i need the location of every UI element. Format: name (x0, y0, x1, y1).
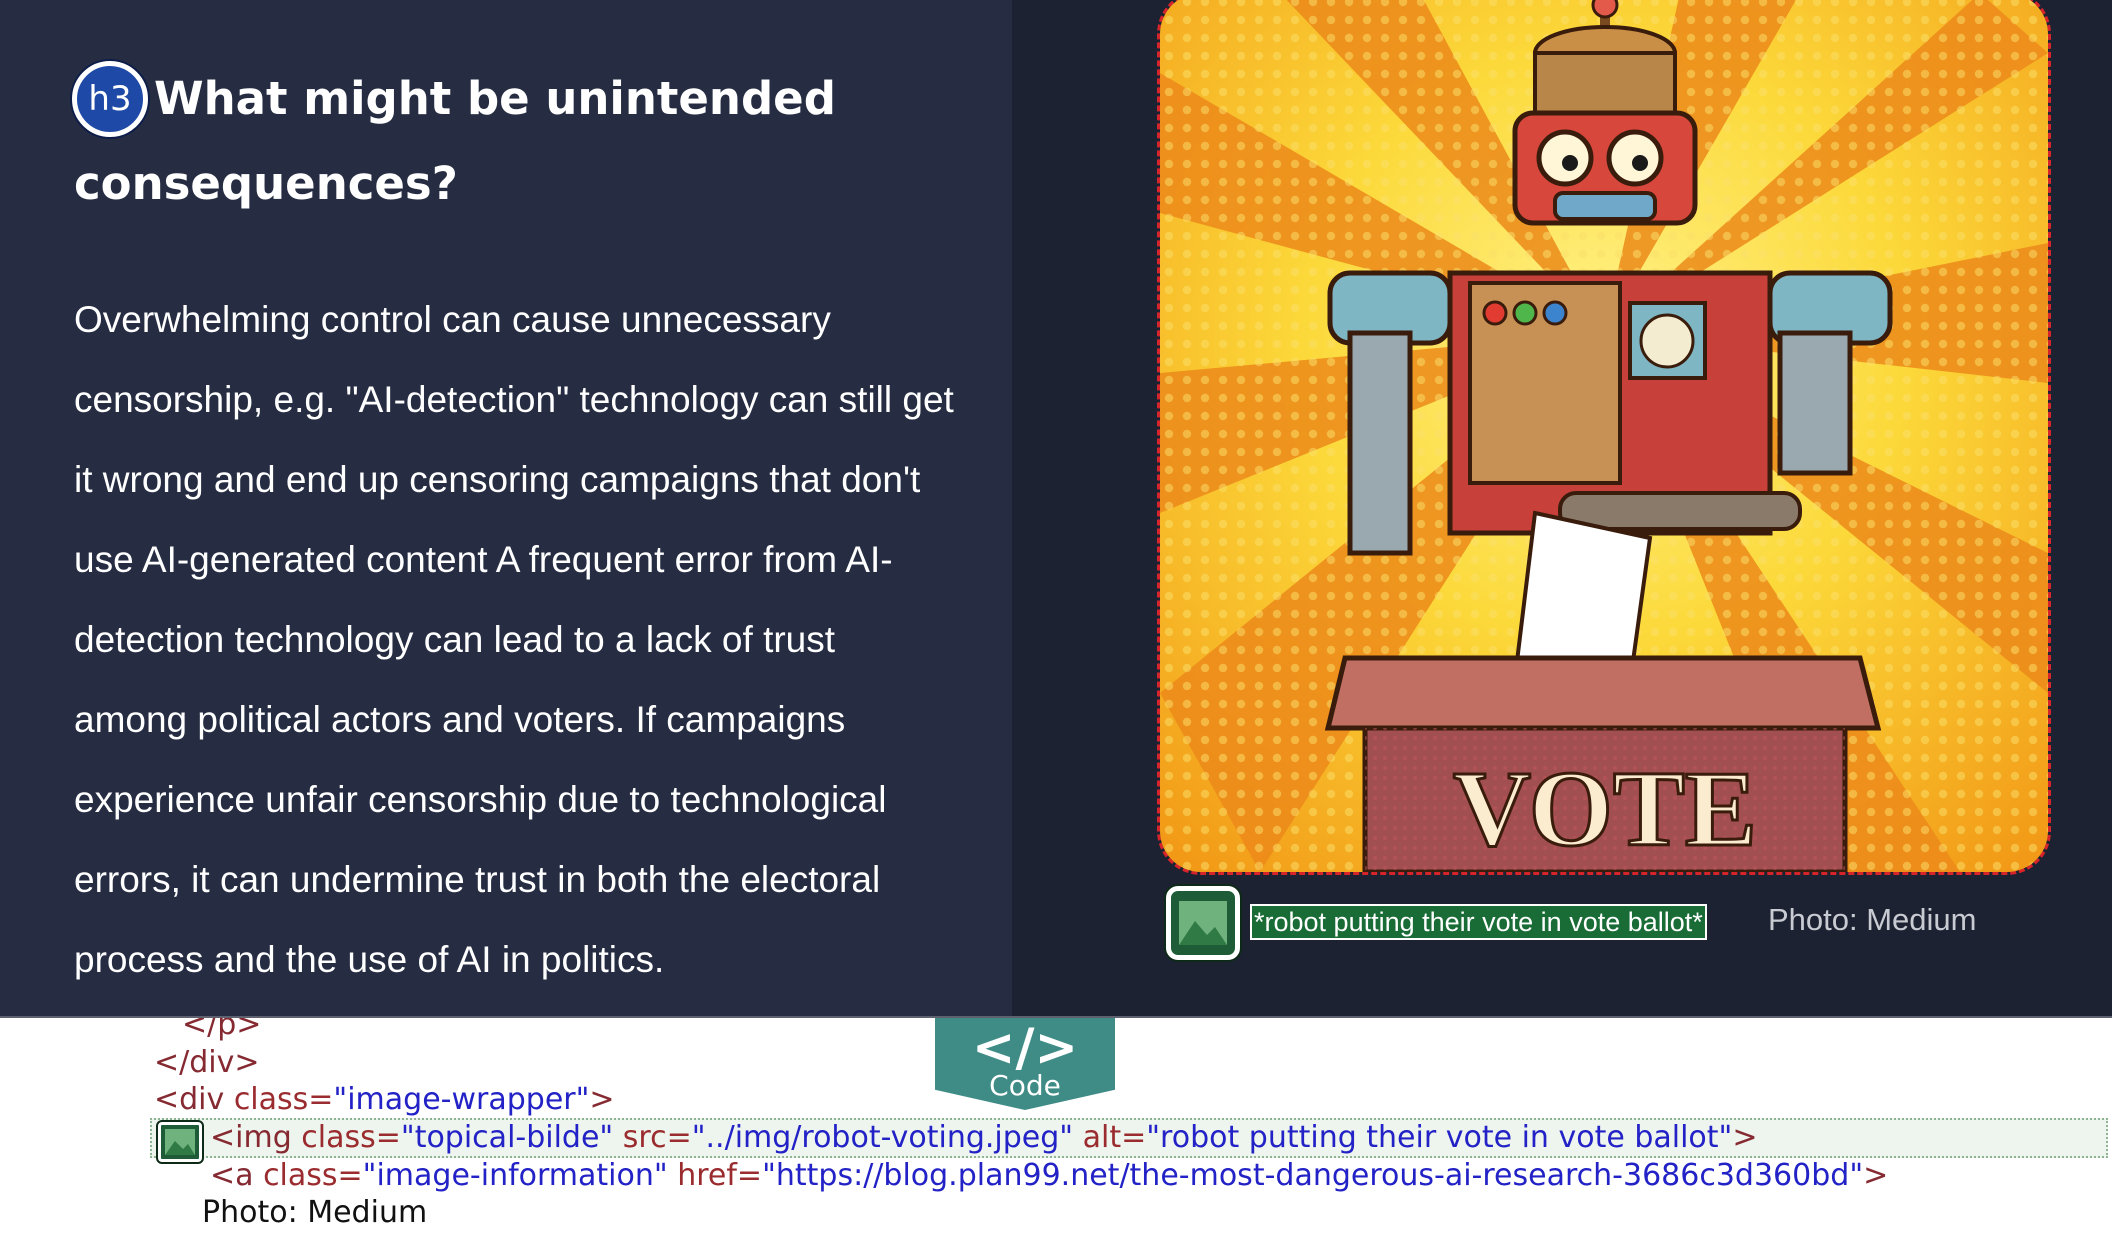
code-value: "image-information" (362, 1158, 668, 1193)
code-tag: > (1863, 1158, 1889, 1193)
code-line-div-wrapper: <div class="image-wrapper"> (154, 1081, 615, 1119)
code-line-close-div: </div> (154, 1045, 260, 1080)
image-icon[interactable] (156, 1120, 204, 1164)
code-line-text: Photo: Medium (202, 1195, 428, 1230)
code-value: "robot putting their vote in vote ballot… (1146, 1120, 1733, 1155)
h3-badge-icon[interactable]: h3 (72, 60, 148, 137)
code-tag: <img (210, 1120, 302, 1155)
web-preview: h3 What might be unintended consequences?… (0, 0, 2112, 1016)
code-attr: href= (667, 1158, 763, 1193)
image-alt-text: *robot putting their vote in vote ballot… (1250, 904, 1707, 940)
body-paragraph: Overwhelming control can cause unnecessa… (74, 299, 954, 980)
heading-line-1: What might be unintended (154, 72, 836, 125)
code-tag: <div (154, 1082, 234, 1117)
heading-line-2: consequences? (74, 157, 458, 210)
robot-illustration: VOTE (1160, 0, 2048, 872)
code-value: "https://blog.plan99.net/the-most-danger… (762, 1158, 1864, 1193)
code-attr: class= (263, 1158, 363, 1193)
code-line-img: <img class="topical-bilde" src="../img/r… (210, 1119, 1758, 1157)
code-line-anchor: <a class="image-information" href="https… (210, 1157, 1888, 1195)
code-attr: src= (613, 1120, 692, 1155)
heading-row: h3 What might be unintended (72, 52, 992, 145)
image-caption-row: *robot putting their vote in vote ballot… (1166, 886, 2066, 960)
code-line-close-p: </p> (182, 1016, 262, 1042)
image-icon-graphic (165, 1129, 195, 1155)
ballot-box-label: VOTE (1453, 750, 1757, 869)
image-icon-graphic (1179, 901, 1227, 945)
code-value: "../img/robot-voting.jpeg" (691, 1120, 1074, 1155)
code-attr: alt= (1073, 1120, 1147, 1155)
code-tab-label: Code (989, 1069, 1061, 1102)
text-column: h3 What might be unintended consequences?… (0, 0, 1012, 1016)
code-panel[interactable]: </p> </div> <div class="image-wrapper"> … (0, 1016, 2112, 1248)
photo-credit-link[interactable]: Photo: Medium (1768, 900, 1977, 940)
code-icon: </> (971, 1018, 1079, 1078)
code-tag: <a (210, 1158, 264, 1193)
code-value: "image-wrapper" (333, 1082, 590, 1117)
robot-voting-image[interactable]: VOTE (1157, 0, 2051, 875)
code-tag: > (1732, 1120, 1758, 1155)
code-value: "topical-bilde" (400, 1120, 614, 1155)
code-tag: > (589, 1082, 615, 1117)
image-icon[interactable] (1166, 886, 1240, 960)
code-attr: class= (233, 1082, 334, 1117)
code-attr: class= (301, 1120, 401, 1155)
code-toggle-tab[interactable]: </> Code (935, 1018, 1115, 1110)
